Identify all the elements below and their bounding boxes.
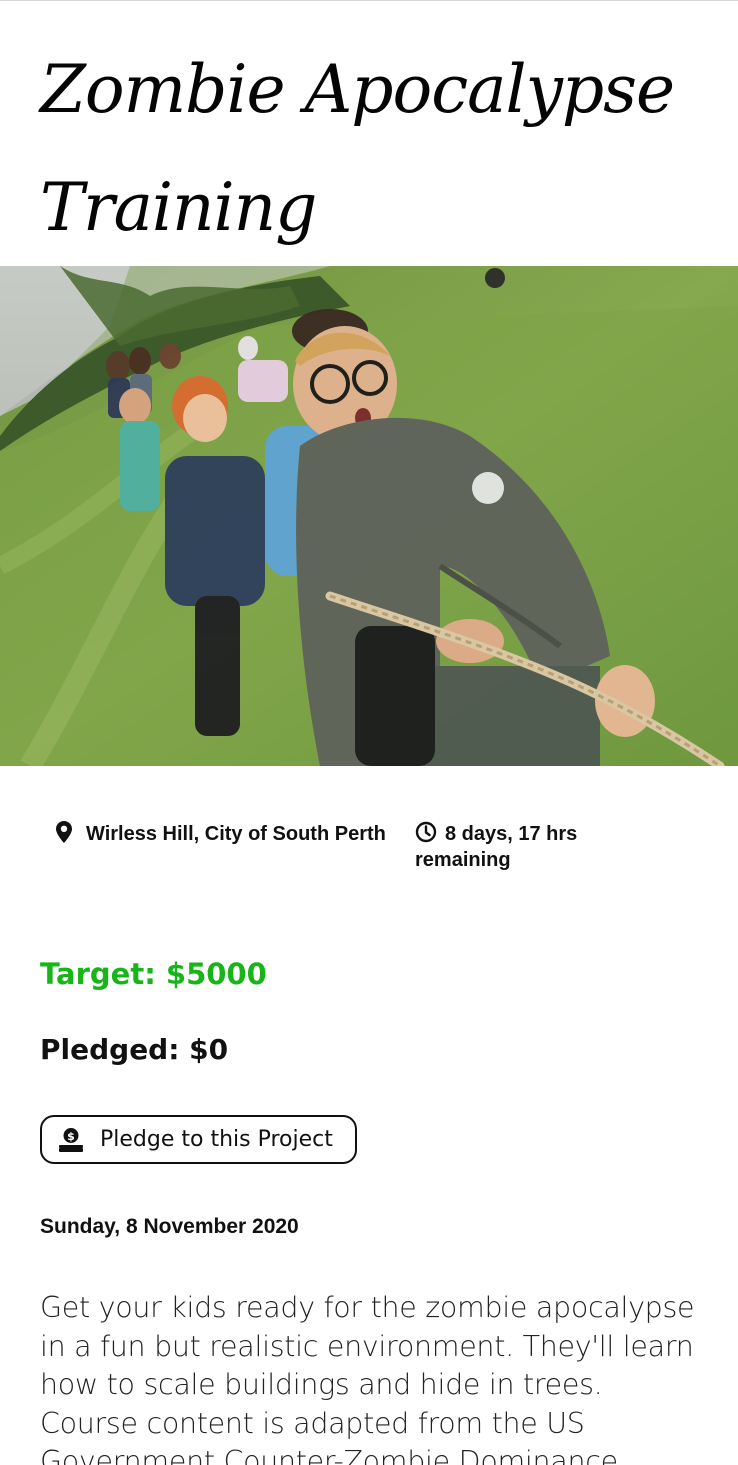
project-description: Get your kids ready for the zombie apoca… (40, 1291, 695, 1465)
target-amount: Target: $5000 (40, 957, 267, 991)
project-date: Sunday, 8 November 2020 (40, 1215, 299, 1238)
time-remaining-info: 8 days, 17 hrs remaining (415, 821, 675, 873)
project-meta: Wirless Hill, City of South Perth 8 days… (56, 821, 706, 873)
svg-text:$: $ (67, 1130, 75, 1143)
pledge-button[interactable]: $ Pledge to this Project (40, 1115, 357, 1164)
pledge-button-label: Pledge to this Project (100, 1127, 333, 1152)
money-hand-icon: $ (58, 1127, 84, 1153)
project-image (0, 266, 738, 766)
project-page: Zombie Apocalypse Training Wirless Hill,… (0, 0, 738, 1465)
page-title: Zombie Apocalypse Training (40, 51, 675, 246)
location-text: Wirless Hill, City of South Perth (86, 823, 386, 845)
location-info: Wirless Hill, City of South Perth (56, 821, 415, 873)
clock-icon (415, 821, 437, 843)
pledged-amount: Pledged: $0 (40, 1033, 229, 1066)
map-pin-icon (56, 821, 74, 843)
time-remaining-text: 8 days, 17 hrs remaining (415, 823, 578, 871)
